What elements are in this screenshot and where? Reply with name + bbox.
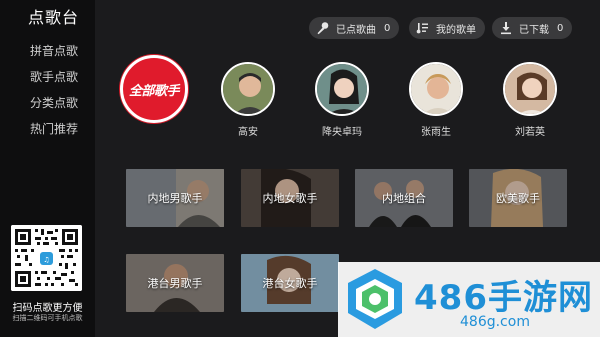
microphone-icon [316, 21, 330, 35]
ordered-songs-button[interactable]: 已点歌曲 0 [309, 17, 400, 39]
singer-name: 张雨生 [421, 127, 451, 138]
svg-text:♫: ♫ [43, 256, 49, 264]
category-label: 港台女歌手 [262, 277, 318, 290]
category-tile-mainland-male[interactable]: 内地男歌手 [126, 169, 224, 227]
singer-name: 刘若英 [515, 127, 545, 138]
category-tile-mainland-female[interactable]: 内地女歌手 [241, 169, 339, 227]
all-singers-label: 全部歌手 [128, 83, 180, 99]
qr-subtitle: 扫描二维码可手机点歌 [12, 314, 83, 322]
singer-name: 降央卓玛 [322, 127, 362, 138]
my-playlist-button[interactable]: 我的歌单 [409, 17, 485, 39]
nav-item-hot[interactable]: 热门推荐 [0, 116, 95, 142]
my-playlist-label: 我的歌单 [436, 24, 476, 36]
nav-item-singer[interactable]: 歌手点歌 [0, 64, 95, 90]
singer-gaoan[interactable]: 高安 [218, 62, 278, 138]
avatar [221, 62, 275, 116]
download-icon [499, 21, 513, 35]
qr-title: 扫码点歌更方便 [12, 303, 83, 314]
avatar [409, 62, 463, 116]
sidebar-nav: 拼音点歌 歌手点歌 分类点歌 热门推荐 [0, 38, 95, 142]
category-label: 港台男歌手 [147, 277, 203, 290]
watermark-logo-icon [348, 269, 402, 329]
category-tile-hktw-male[interactable]: 港台男歌手 [126, 254, 224, 312]
category-label: 内地男歌手 [147, 192, 203, 205]
watermark-brand: 486手游网 [414, 278, 593, 318]
category-tile-western[interactable]: 欧美歌手 [469, 169, 567, 227]
singer-name: 高安 [238, 127, 258, 138]
singer-liuruoying[interactable]: 刘若英 [500, 62, 560, 138]
all-singers-button[interactable]: 全部歌手 [120, 55, 188, 123]
nav-item-category[interactable]: 分类点歌 [0, 90, 95, 116]
category-label: 内地组合 [382, 192, 426, 205]
app-title: 点歌台 [28, 8, 80, 27]
singer-zhangyusheng[interactable]: 张雨生 [406, 62, 466, 138]
sidebar: 点歌台 拼音点歌 歌手点歌 分类点歌 热门推荐 ♫ 扫码点歌更方便 扫描二维码可… [0, 0, 95, 337]
category-tile-mainland-group[interactable]: 内地组合 [355, 169, 453, 227]
category-label: 欧美歌手 [496, 192, 540, 205]
app-screen: 点歌台 拼音点歌 歌手点歌 分类点歌 热门推荐 ♫ 扫码点歌更方便 扫描二维码可… [0, 0, 600, 337]
music-note-icon [416, 21, 430, 35]
nav-item-pinyin[interactable]: 拼音点歌 [0, 38, 95, 64]
watermark: 486手游网 486g.com [338, 262, 600, 337]
avatar [315, 62, 369, 116]
downloaded-count: 0 [557, 22, 564, 34]
avatar [503, 62, 557, 116]
category-label: 内地女歌手 [262, 192, 318, 205]
qr-code-icon: ♫ [11, 225, 82, 291]
ordered-songs-label: 已点歌曲 [336, 24, 376, 36]
watermark-domain: 486g.com [460, 314, 530, 330]
downloaded-label: 已下载 [519, 24, 549, 36]
downloaded-button[interactable]: 已下载 0 [492, 17, 573, 39]
singer-jiangyangzhuoma[interactable]: 降央卓玛 [312, 62, 372, 138]
ordered-songs-count: 0 [384, 22, 391, 34]
category-tile-hktw-female[interactable]: 港台女歌手 [241, 254, 339, 312]
